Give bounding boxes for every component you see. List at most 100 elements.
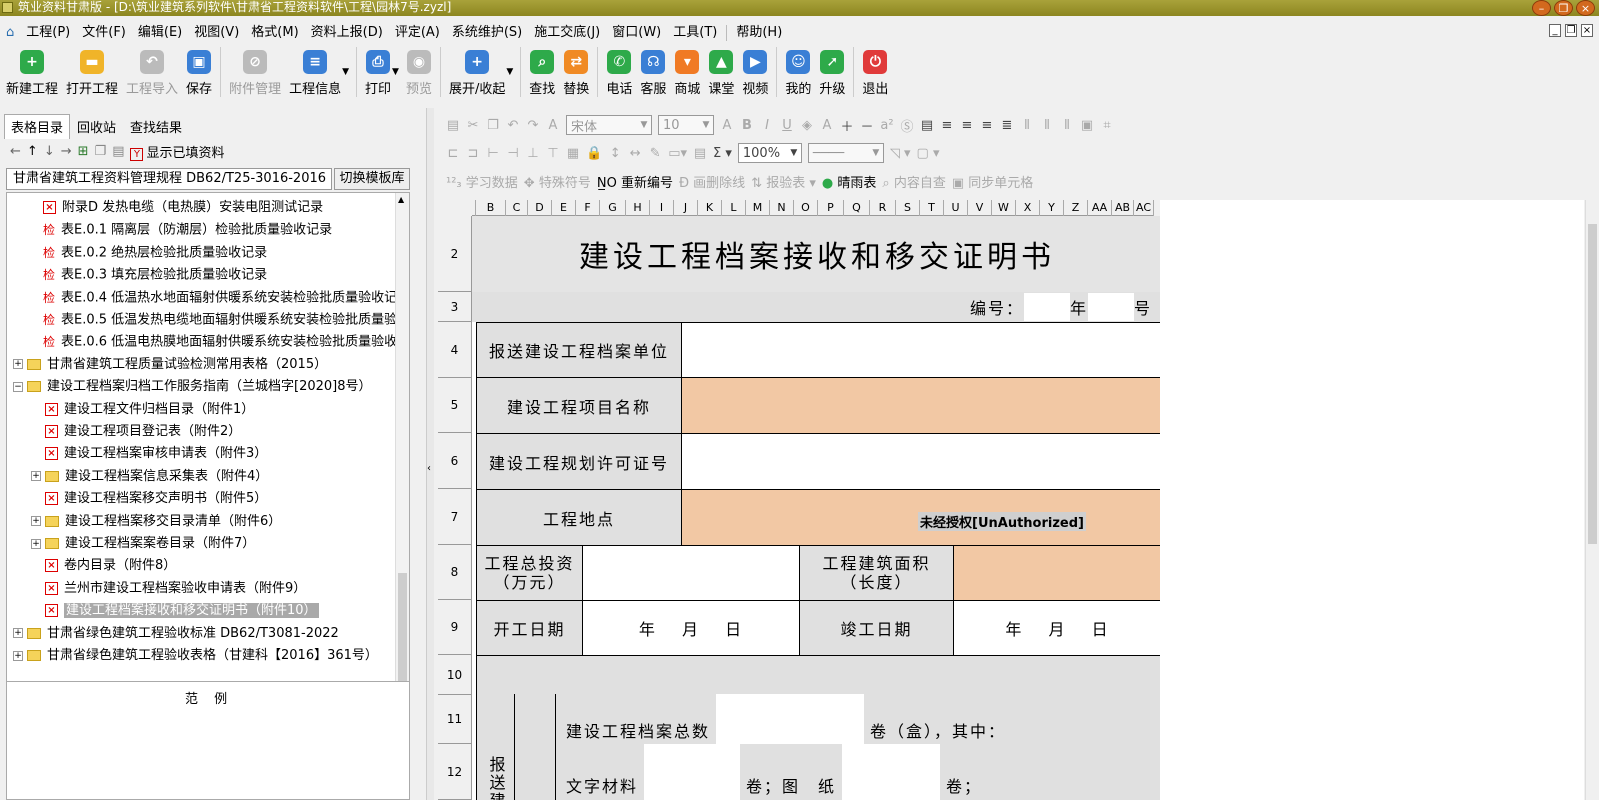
mdi-restore-button[interactable]: ❐ [1565,24,1577,37]
merge-icon[interactable]: ⊏ [446,146,460,161]
find-button[interactable]: ⌕ 查找 [529,47,555,97]
column-header[interactable]: S [896,200,920,216]
copy-icon[interactable]: ❐ [486,118,500,133]
print-button[interactable]: ⎙ 打印 [365,47,391,97]
arrow-up-icon[interactable]: ↑ [27,144,38,159]
area-input[interactable] [953,545,1162,601]
cell-border-icon[interactable]: ▢ ▾ [917,146,940,161]
underline-icon[interactable]: U [780,118,794,133]
align-left-icon[interactable]: ≡ [940,118,954,133]
drawing-input[interactable] [842,744,941,800]
line-style-select[interactable]: ──── ▼ [807,143,884,163]
expand-icon[interactable]: + [31,471,41,482]
italic-icon[interactable]: I [760,118,774,133]
column-header[interactable]: C [506,200,528,216]
column-header[interactable]: U [944,200,968,216]
arrow-down-icon[interactable]: ↓ [44,144,55,159]
shop-button[interactable]: ▾ 商城 [674,47,700,97]
permit-input[interactable] [681,433,1162,490]
expand-icon[interactable]: + [13,628,23,639]
font-size-select[interactable]: 10 ▼ [658,115,714,135]
menu-system[interactable]: 系统维护(S) [446,23,528,43]
minimize-button[interactable]: – [1532,0,1551,16]
column-header[interactable]: J [674,200,698,216]
close-button[interactable]: × [1576,0,1595,16]
expand-icon[interactable]: + [13,650,23,661]
tree-item[interactable]: + 建设工程档案案卷目录（附件7） [31,533,255,555]
weather-table-button[interactable]: ● 晴雨表 [822,172,877,191]
menu-briefing[interactable]: 施工交底(J) [528,23,606,43]
column-header[interactable]: Q [844,200,870,216]
image-icon[interactable]: ▭▾ [668,146,687,161]
column-header[interactable]: H [626,200,650,216]
special-char-icon[interactable]: Ⓢ [900,116,914,135]
column-header[interactable]: O [794,200,818,216]
unit-input[interactable] [681,322,1162,378]
column-header[interactable]: K [698,200,722,216]
paste-icon[interactable]: ▤ [446,118,460,133]
print-dropdown-icon[interactable]: ▼ [392,67,399,77]
exit-button[interactable]: ⏻ 退出 [862,47,888,97]
column-header[interactable]: D [528,200,552,216]
column-header[interactable]: X [1016,200,1040,216]
menu-home-icon[interactable]: ⌂ [0,23,20,43]
column-header[interactable]: P [818,200,844,216]
project-info-button[interactable]: ≡ 工程信息 [289,47,341,97]
insert-col-icon[interactable]: ⊢ [486,146,500,161]
delete-row-icon[interactable]: － [860,116,874,135]
special-symbol-button[interactable]: ✥ 特殊符号 [524,172,591,191]
comment-icon[interactable]: ▤ [693,146,707,161]
investment-input[interactable] [582,545,800,601]
column-header[interactable]: Z [1064,200,1088,216]
tree-item[interactable]: + 甘肃省建筑工程质量试验检测常用表格（2015） [13,354,327,376]
row-header[interactable]: 2 [438,216,472,292]
inspection-table-button[interactable]: ⇅ 报验表 ▾ [751,172,816,191]
row-header[interactable]: 10 [438,655,472,695]
tree-item[interactable]: + 建设工程档案信息采集表（附件4） [31,466,268,488]
column-header[interactable]: M [746,200,770,216]
border-icon[interactable]: ▦ [566,146,580,161]
start-date-input[interactable]: 年 月 日 [582,600,800,656]
menu-edit[interactable]: 编辑(E) [132,23,188,43]
row-header[interactable]: 6 [438,433,472,489]
tree-item[interactable]: − 建设工程档案归档工作服务指南（兰城档字[2020]8号） [13,376,372,398]
column-header[interactable]: T [920,200,944,216]
tree-item[interactable]: 检表E.0.2 绝热层检验批质量验收记录 [43,242,267,264]
menu-report[interactable]: 资料上报(D) [305,23,389,43]
bold-icon[interactable]: B [740,118,754,133]
tree-item[interactable]: 检表E.0.3 填充层检验批质量验收记录 [43,264,267,286]
number-year-field[interactable] [1087,293,1134,321]
align-justify-icon[interactable]: ▤ [920,118,934,133]
superscript-icon[interactable]: a² [880,118,894,133]
tree-item[interactable]: × 建设工程档案移交声明书（附件5） [45,488,267,510]
grid-icon[interactable]: ⌗ [1100,118,1114,133]
pane-splitter[interactable]: ‹ [426,108,434,800]
arrow-left-icon[interactable]: ← [10,144,21,159]
table-settings-icon[interactable]: ▤ [112,144,124,159]
column-header[interactable]: L [722,200,746,216]
copy-table-icon[interactable]: ❐ [95,144,107,159]
expand-icon[interactable]: + [31,516,41,527]
tree-item[interactable]: × 建设工程项目登记表（附件2） [45,421,241,443]
total-input[interactable] [716,694,865,744]
align-distribute-icon[interactable]: ≣ [1000,118,1014,133]
tree-item[interactable]: + 甘肃省绿色建筑工程验收表格（甘建科【2016】361号） [13,645,378,667]
finish-date-input[interactable]: 年 月 日 [953,600,1162,656]
save-button[interactable]: ▣ 保存 [186,47,212,97]
font-family-select[interactable]: 宋体 ▼ [566,115,652,135]
study-data-button[interactable]: ¹²₃ 学习数据 [446,172,518,191]
spec-selector[interactable]: 甘肃省建筑工程资料管理规程 DB62/T25-3016-2016 [6,168,332,190]
number-field[interactable] [1023,293,1070,321]
align-right-icon[interactable]: ≡ [980,118,994,133]
menu-file[interactable]: 文件(F) [76,23,132,43]
column-header[interactable]: AB [1112,200,1134,216]
column-header[interactable]: F [576,200,600,216]
row-height-icon[interactable]: ⊥ [526,146,540,161]
strikethrough-button[interactable]: Ð 画删除线 [679,172,745,191]
new-project-button[interactable]: + 新建工程 [6,47,58,97]
self-check-button[interactable]: ⌕ 内容自查 [882,172,945,191]
text-material-input[interactable] [644,744,741,800]
redo-icon[interactable]: ↷ [526,118,540,133]
import-project-button[interactable]: ↶ 工程导入 [126,47,178,97]
sync-cell-button[interactable]: ▣ 同步单元格 [952,172,1033,191]
